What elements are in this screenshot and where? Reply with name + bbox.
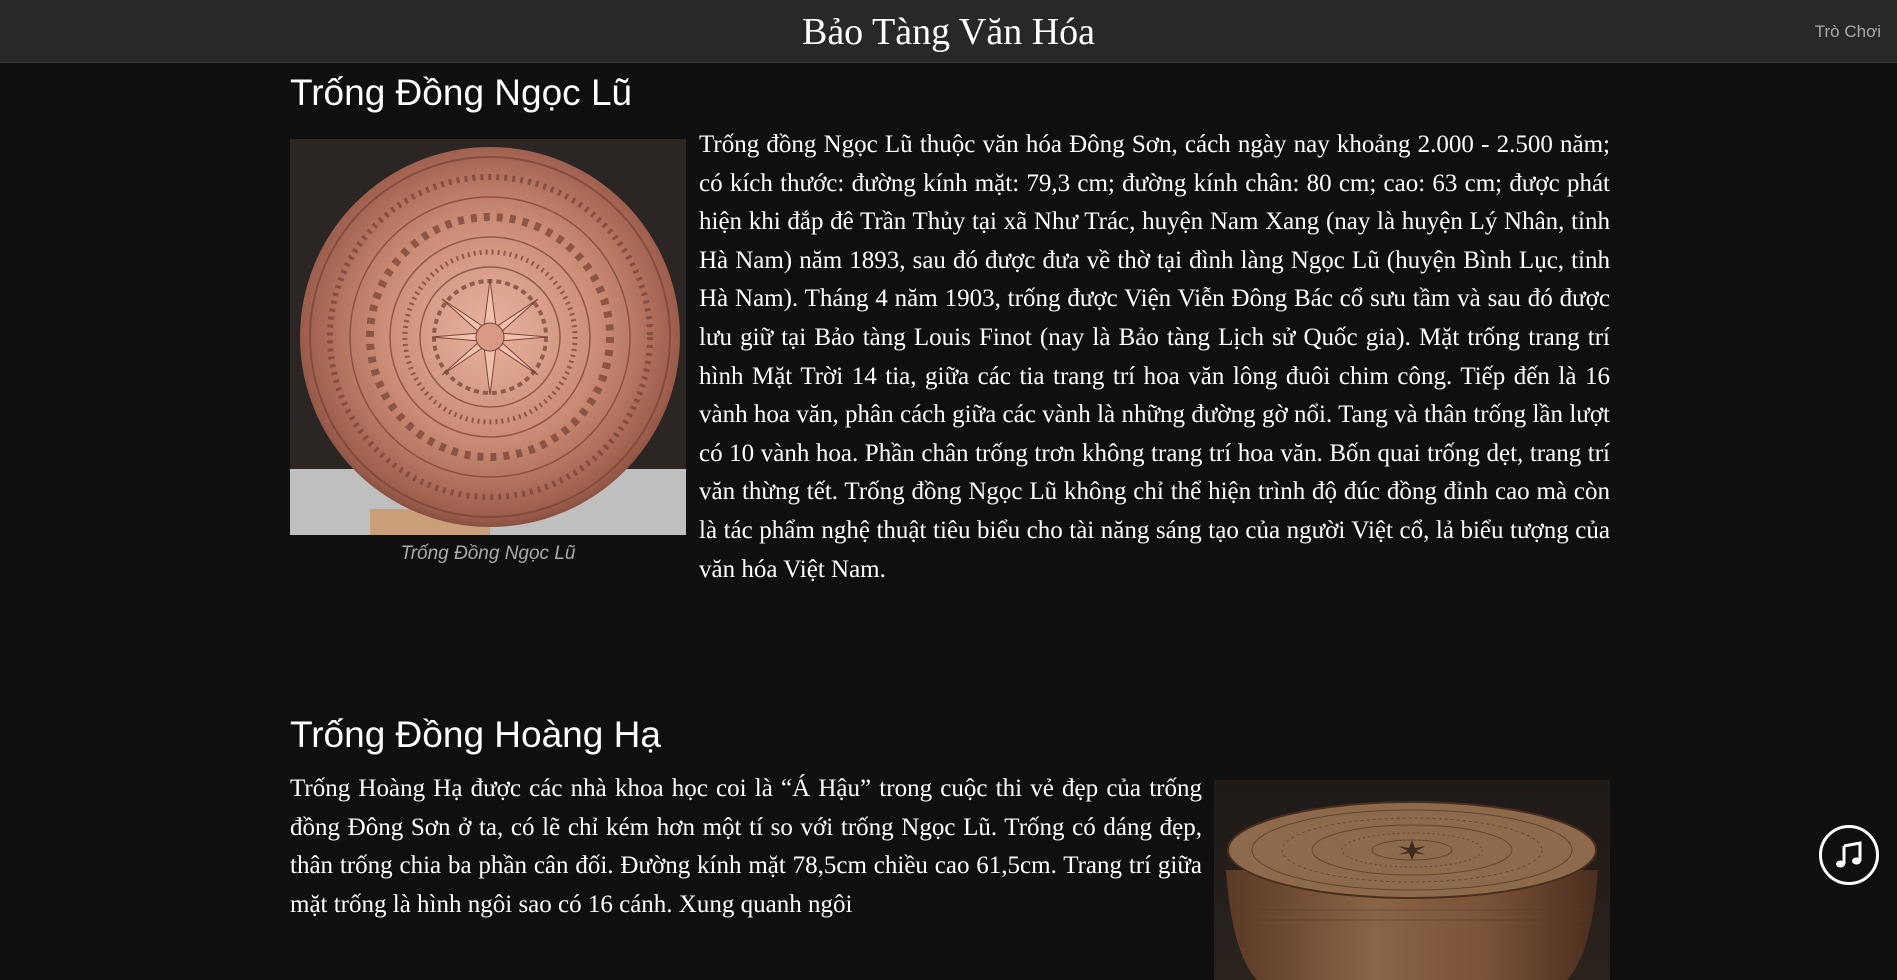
section-title: Trống Đồng Hoàng Hạ	[290, 714, 661, 755]
top-bar: Bảo Tàng Văn Hóa Trò Chơi	[0, 0, 1897, 63]
section-hoang-ha: Trống Đồng Hoàng Hạ Trống Hoàng Hạ được …	[290, 712, 1610, 980]
site-title: Bảo Tàng Văn Hóa	[801, 11, 1096, 53]
section-ngoc-lu: Trống Đồng Ngọc Lũ Trống Đồng Ngọc Lũ Tr…	[290, 70, 1610, 583]
bronze-drum-face-image	[290, 139, 686, 535]
figure-caption: Trống Đồng Ngọc Lũ	[400, 543, 576, 564]
figure	[1214, 780, 1610, 980]
nav-link-games[interactable]: Trò Chơi	[1815, 22, 1881, 42]
section-text: Trống đồng Ngọc Lũ thuộc văn hóa Đông Sơ…	[699, 131, 1610, 583]
music-toggle-button[interactable]	[1819, 825, 1879, 885]
section-title: Trống Đồng Ngọc Lũ	[290, 72, 633, 113]
music-note-icon	[1836, 841, 1862, 868]
bronze-drum-side-image	[1214, 780, 1610, 980]
figure: Trống Đồng Ngọc Lũ	[290, 139, 686, 565]
section-text: Trống Hoàng Hạ được các nhà khoa học coi…	[290, 775, 1202, 918]
